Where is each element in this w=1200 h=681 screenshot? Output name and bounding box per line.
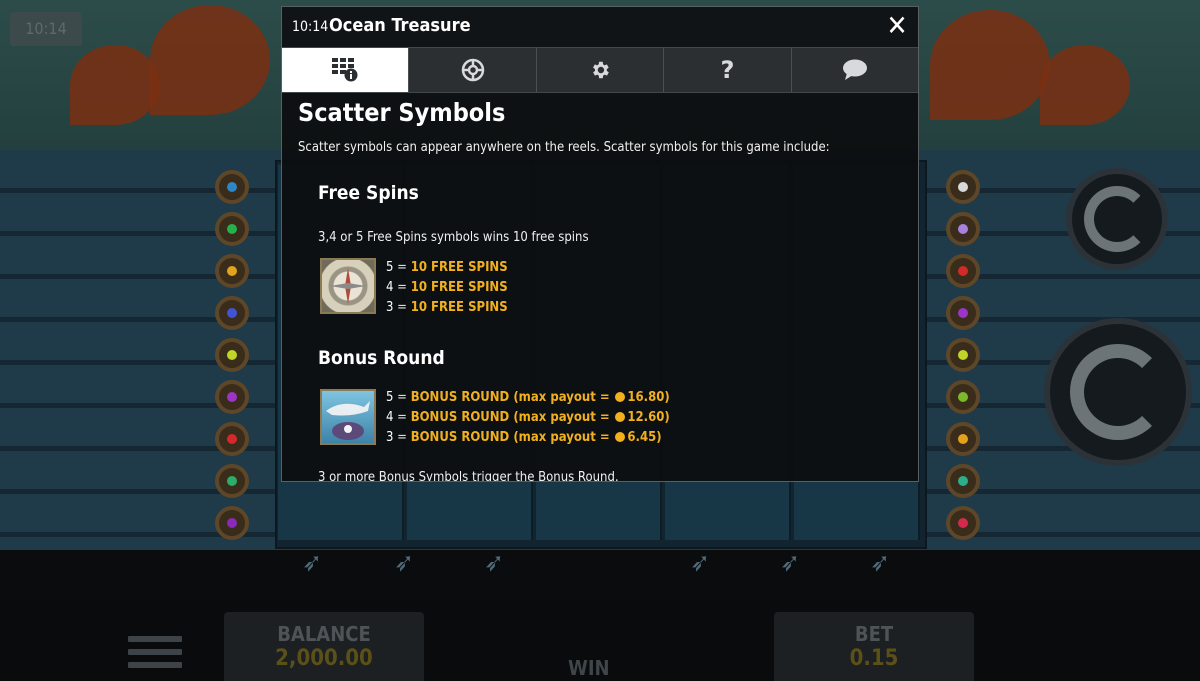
payline-marker bbox=[215, 422, 249, 456]
payline-marker bbox=[215, 170, 249, 204]
payline-marker bbox=[946, 212, 980, 246]
payline-marker bbox=[215, 380, 249, 414]
tab-help[interactable]: ? bbox=[664, 48, 792, 92]
payout-row: 3 = 10 FREE SPINS bbox=[386, 300, 508, 315]
payout-reward: 10 FREE SPINS bbox=[410, 260, 508, 275]
compass-symbol-icon bbox=[320, 258, 376, 314]
tab-settings[interactable] bbox=[536, 48, 665, 92]
menu-icon[interactable] bbox=[128, 636, 182, 675]
shark-icon: ➶ bbox=[870, 548, 890, 578]
payline-marker bbox=[215, 296, 249, 330]
paytable-info-icon bbox=[332, 58, 358, 82]
win-label: WIN bbox=[568, 656, 610, 680]
tab-chat[interactable] bbox=[791, 48, 918, 92]
payout-reward: BONUS ROUND (max payout = bbox=[410, 390, 610, 405]
payline-marker bbox=[946, 254, 980, 288]
chat-icon bbox=[842, 59, 867, 80]
dialog-tabs: ? bbox=[282, 47, 918, 93]
coin-icon bbox=[615, 392, 626, 402]
section-title: Scatter Symbols bbox=[298, 98, 506, 127]
payline-marker bbox=[946, 170, 980, 204]
bonus-round-title: Bonus Round bbox=[318, 347, 445, 369]
shark-icon bbox=[326, 401, 370, 440]
help-icon: ? bbox=[720, 56, 735, 84]
shark-icon: ➶ bbox=[484, 548, 504, 578]
gear-icon bbox=[593, 61, 609, 79]
tab-paylines[interactable] bbox=[409, 48, 537, 92]
payout-reward: 10 FREE SPINS bbox=[410, 300, 508, 315]
payline-marker bbox=[215, 464, 249, 498]
dialog-content: Scatter Symbols Scatter symbols can appe… bbox=[282, 92, 918, 482]
payline-marker bbox=[946, 338, 980, 372]
free-spins-title: Free Spins bbox=[318, 182, 419, 204]
close-icon[interactable]: ✕ bbox=[882, 11, 912, 41]
balance-label: BALANCE bbox=[277, 622, 371, 646]
spin-button[interactable] bbox=[1044, 318, 1192, 466]
shark-icon: ➶ bbox=[780, 548, 800, 578]
shark-icon: ➶ bbox=[690, 548, 710, 578]
shark-clam-symbol-icon bbox=[320, 389, 376, 445]
bonus-round-payouts: 5 = BONUS ROUND (max payout = 16.80) 4 =… bbox=[386, 388, 670, 448]
bet-value: 0.15 bbox=[849, 646, 899, 671]
bet-label: BET bbox=[854, 622, 894, 646]
section-intro: Scatter symbols can appear anywhere on t… bbox=[298, 140, 830, 155]
paylines-icon bbox=[461, 58, 484, 82]
bonus-trigger-text: 3 or more Bonus Symbols trigger the Bonu… bbox=[318, 470, 619, 482]
payout-amount: 6.45) bbox=[627, 430, 662, 445]
payout-amount: 16.80) bbox=[627, 390, 670, 405]
compass-needle-icon bbox=[330, 268, 366, 304]
clock: 10:14 bbox=[292, 19, 329, 35]
paytable-dialog: 10:14 Ocean Treasure ✕ ? Scatter Symbols… bbox=[281, 6, 919, 482]
game-clock-chip: 10:14 bbox=[10, 12, 82, 46]
bet-panel[interactable]: BET 0.15 bbox=[774, 612, 974, 681]
payline-marker bbox=[946, 464, 980, 498]
payout-reward: BONUS ROUND (max payout = bbox=[410, 430, 610, 445]
balance-panel: BALANCE 2,000.00 bbox=[224, 612, 424, 681]
shark-icon: ➶ bbox=[394, 548, 414, 578]
payout-row: 3 = BONUS ROUND (max payout = 6.45) bbox=[386, 430, 662, 445]
payline-marker bbox=[946, 506, 980, 540]
shark-icon: ➶ bbox=[302, 548, 322, 578]
free-spins-payouts: 5 = 10 FREE SPINS 4 = 10 FREE SPINS 3 = … bbox=[386, 258, 508, 318]
payline-marker bbox=[946, 296, 980, 330]
payout-row: 5 = 10 FREE SPINS bbox=[386, 260, 508, 275]
payout-reward: 10 FREE SPINS bbox=[410, 280, 508, 295]
payline-marker bbox=[215, 254, 249, 288]
payline-marker bbox=[946, 380, 980, 414]
payout-amount: 12.60) bbox=[627, 410, 670, 425]
payline-marker bbox=[215, 212, 249, 246]
payline-marker bbox=[215, 506, 249, 540]
coin-icon bbox=[615, 432, 626, 442]
payout-row: 4 = BONUS ROUND (max payout = 12.60) bbox=[386, 410, 670, 425]
payline-marker bbox=[215, 338, 249, 372]
balance-value: 2,000.00 bbox=[275, 646, 373, 671]
dialog-titlebar: 10:14 Ocean Treasure ✕ bbox=[282, 7, 918, 47]
payout-row: 4 = 10 FREE SPINS bbox=[386, 280, 508, 295]
payline-marker bbox=[946, 422, 980, 456]
tab-paytable[interactable] bbox=[282, 48, 410, 92]
dialog-title: Ocean Treasure bbox=[329, 15, 471, 36]
payout-row: 5 = BONUS ROUND (max payout = 16.80) bbox=[386, 390, 670, 405]
autoplay-button[interactable] bbox=[1066, 168, 1168, 270]
payout-reward: BONUS ROUND (max payout = bbox=[410, 410, 610, 425]
coin-icon bbox=[615, 412, 626, 422]
free-spins-description: 3,4 or 5 Free Spins symbols wins 10 free… bbox=[318, 230, 589, 245]
